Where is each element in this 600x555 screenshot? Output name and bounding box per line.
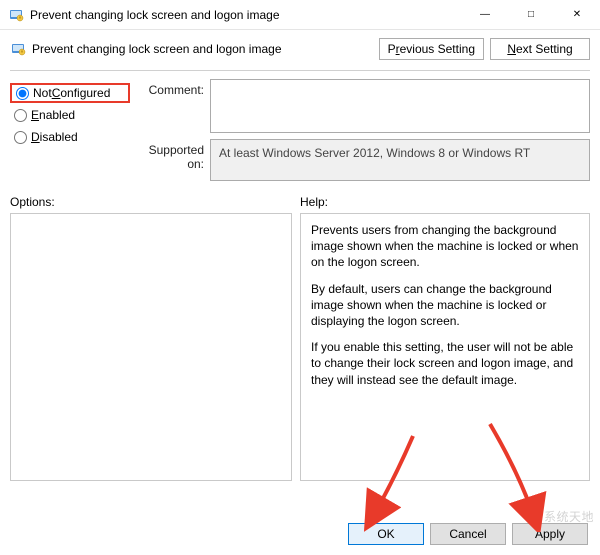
options-panel — [10, 213, 292, 481]
radio-enabled-input[interactable] — [14, 109, 27, 122]
maximize-button[interactable]: □ — [508, 0, 554, 29]
radio-not-configured-input[interactable] — [16, 87, 29, 100]
policy-icon — [10, 41, 26, 57]
help-paragraph: Prevents users from changing the backgro… — [311, 222, 579, 271]
previous-setting-button[interactable]: Previous Setting — [379, 38, 484, 60]
header-row: Prevent changing lock screen and logon i… — [10, 38, 590, 60]
section-labels: Options: Help: — [10, 195, 590, 209]
supported-label: Supported on: — [130, 139, 210, 181]
minimize-button[interactable]: — — [462, 0, 508, 29]
help-panel: Prevents users from changing the backgro… — [300, 213, 590, 481]
help-label: Help: — [300, 195, 328, 209]
help-paragraph: If you enable this setting, the user wil… — [311, 339, 579, 388]
window-title: Prevent changing lock screen and logon i… — [30, 8, 462, 22]
comment-input[interactable] — [210, 79, 590, 133]
help-paragraph: By default, users can change the backgro… — [311, 281, 579, 330]
radio-disabled[interactable]: Disabled — [10, 127, 130, 147]
options-label: Options: — [10, 195, 300, 209]
title-bar: Prevent changing lock screen and logon i… — [0, 0, 600, 30]
divider — [10, 70, 590, 71]
supported-on-field: At least Windows Server 2012, Windows 8 … — [210, 139, 590, 181]
policy-title: Prevent changing lock screen and logon i… — [32, 42, 379, 56]
ok-button[interactable]: OK — [348, 523, 424, 545]
state-radio-group: Not Configured Enabled Disabled — [10, 79, 130, 187]
apply-button[interactable]: Apply — [512, 523, 588, 545]
dialog-content: Prevent changing lock screen and logon i… — [0, 30, 600, 491]
radio-not-configured[interactable]: Not Configured — [10, 83, 130, 103]
next-setting-button[interactable]: Next Setting — [490, 38, 590, 60]
cancel-button[interactable]: Cancel — [430, 523, 506, 545]
watermark: 系统天地 — [544, 508, 594, 525]
comment-label: Comment: — [130, 79, 210, 133]
radio-disabled-input[interactable] — [14, 131, 27, 144]
close-button[interactable]: ✕ — [554, 0, 600, 29]
window-controls: — □ ✕ — [462, 0, 600, 29]
footer-buttons: OK Cancel Apply — [348, 523, 588, 545]
radio-enabled[interactable]: Enabled — [10, 105, 130, 125]
app-icon — [8, 7, 24, 23]
panels: Prevents users from changing the backgro… — [10, 213, 590, 481]
config-row: Not Configured Enabled Disabled Comment:… — [10, 79, 590, 187]
config-right: Comment: Supported on: At least Windows … — [130, 79, 590, 187]
